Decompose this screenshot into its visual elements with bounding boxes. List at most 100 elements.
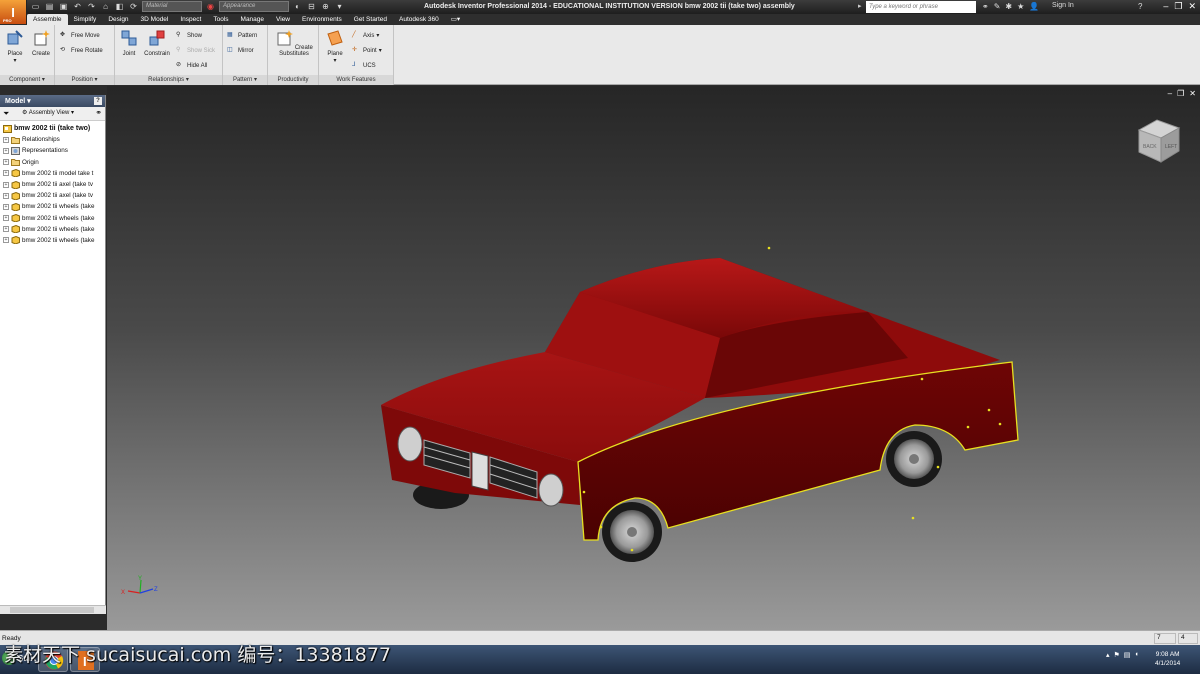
panel-title-pattern[interactable]: Pattern ▾ bbox=[223, 75, 267, 85]
tab-environments[interactable]: Environments bbox=[296, 14, 348, 25]
taskbar-chrome[interactable] bbox=[38, 647, 68, 672]
tab-3d-model[interactable]: 3D Model bbox=[135, 14, 175, 25]
show-sick-button[interactable]: ⚲ Show Sick bbox=[176, 46, 215, 55]
tree-item-representations[interactable]: + Representations bbox=[3, 145, 105, 156]
browser-help-icon[interactable]: ? bbox=[94, 97, 102, 105]
create-substitutes-button[interactable]: Create Substitutes bbox=[272, 29, 316, 57]
filter-icon[interactable]: ⏷ bbox=[3, 109, 9, 119]
free-rotate-button[interactable]: ⟲ Free Rotate bbox=[60, 46, 103, 55]
mirror-button[interactable]: ◫ Mirror bbox=[227, 46, 254, 55]
home-icon[interactable]: ⌂ bbox=[100, 1, 111, 12]
zoom-icon[interactable]: ⊕ bbox=[320, 1, 331, 12]
panel-title-work-features[interactable]: Work Features bbox=[319, 75, 393, 85]
hide-all-button[interactable]: ⊘ Hide All bbox=[176, 61, 207, 70]
free-move-button[interactable]: ✥ Free Move bbox=[60, 31, 100, 40]
panel-title-component[interactable]: Component ▾ bbox=[0, 75, 54, 85]
browser-scrollbar[interactable] bbox=[0, 605, 106, 614]
tree-item-part[interactable]: + bmw 2002 tii model take t bbox=[3, 168, 105, 179]
open-icon[interactable]: ▤ bbox=[44, 1, 55, 12]
appearance-combo[interactable]: Appearance bbox=[219, 1, 289, 12]
minimize-icon[interactable]: – bbox=[1163, 1, 1168, 12]
redo-icon[interactable]: ↷ bbox=[86, 1, 97, 12]
tab-manage[interactable]: Manage bbox=[235, 14, 271, 25]
expand-icon[interactable]: + bbox=[3, 170, 9, 177]
favorites-icon[interactable]: ★ bbox=[1017, 2, 1024, 11]
expand-icon[interactable]: + bbox=[3, 159, 9, 166]
point-button[interactable]: ✛ Point ▾ bbox=[352, 46, 382, 55]
tree-item-relationships[interactable]: + Relationships bbox=[3, 134, 105, 145]
expand-icon[interactable]: + bbox=[3, 147, 9, 154]
panel-title-position[interactable]: Position ▾ bbox=[55, 75, 114, 85]
flag-icon[interactable]: ⚑ bbox=[1114, 651, 1120, 659]
help-icon[interactable]: ? bbox=[1138, 2, 1142, 11]
tab-assemble[interactable]: Assemble bbox=[27, 14, 68, 25]
material-combo[interactable]: Material bbox=[142, 1, 202, 12]
expand-icon[interactable]: + bbox=[3, 136, 9, 143]
tab-options-toggle[interactable]: ▭▾ bbox=[445, 14, 466, 25]
tree-item-part[interactable]: + bmw 2002 tii wheels (take bbox=[3, 235, 105, 246]
tree-item-part[interactable]: + bmw 2002 tii wheels (take bbox=[3, 224, 105, 235]
tree-root[interactable]: bmw 2002 tii (take two) bbox=[3, 123, 105, 134]
ucs-button[interactable]: ⅃ UCS bbox=[352, 61, 376, 70]
tree-item-part[interactable]: + bmw 2002 tii wheels (take bbox=[3, 201, 105, 212]
tab-design[interactable]: Design bbox=[102, 14, 134, 25]
select-icon[interactable]: ◧ bbox=[114, 1, 125, 12]
show-button[interactable]: ⚲ Show bbox=[176, 31, 202, 40]
browser-header[interactable]: Model ▾? bbox=[0, 95, 105, 107]
clear-icon[interactable]: ◐ bbox=[292, 1, 303, 12]
search-input[interactable]: Type a keyword or phrase bbox=[866, 1, 976, 13]
undo-icon[interactable]: ↶ bbox=[72, 1, 83, 12]
expand-icon[interactable]: + bbox=[3, 203, 9, 210]
tab-view[interactable]: View bbox=[270, 14, 296, 25]
tray-arrow-icon[interactable]: ▴ bbox=[1106, 651, 1110, 659]
plane-button[interactable]: Plane ▾ bbox=[322, 29, 348, 64]
graphics-viewport[interactable]: – ❐ ✕ BACK LEFT X Y Z bbox=[107, 86, 1200, 630]
restore-icon[interactable]: ❐ bbox=[1174, 1, 1182, 12]
tree-item-origin[interactable]: + Origin bbox=[3, 157, 105, 168]
expand-icon[interactable]: + bbox=[3, 215, 9, 222]
expand-icon[interactable]: + bbox=[3, 237, 9, 244]
create-button[interactable]: Create bbox=[28, 29, 54, 57]
expand-icon[interactable]: + bbox=[3, 226, 9, 233]
axis-button[interactable]: ╱ Axis ▾ bbox=[352, 31, 379, 40]
new-icon[interactable]: ▭ bbox=[30, 1, 41, 12]
expand-icon[interactable]: + bbox=[3, 192, 9, 199]
tab-simplify[interactable]: Simplify bbox=[68, 14, 103, 25]
joint-button[interactable]: Joint bbox=[116, 29, 142, 57]
binoculars-icon[interactable]: ⚭ bbox=[982, 2, 989, 11]
place-button[interactable]: Place ▾ bbox=[2, 29, 28, 64]
volume-icon[interactable]: ◖ bbox=[1134, 651, 1138, 659]
tab-autodesk-360[interactable]: Autodesk 360 bbox=[393, 14, 445, 25]
taskbar-clock[interactable]: 9:08 AM 4/1/2014 bbox=[1155, 650, 1180, 668]
assembly-view-dropdown[interactable]: ⚙ Assembly View ▾ bbox=[22, 109, 74, 116]
save-icon[interactable]: ▣ bbox=[58, 1, 69, 12]
qat-dropdown-icon[interactable]: ▾ bbox=[334, 1, 345, 12]
plane-dropdown-icon[interactable]: ▾ bbox=[333, 58, 336, 64]
scrollbar-thumb[interactable] bbox=[10, 607, 94, 613]
pattern-button[interactable]: ▦ Pattern bbox=[227, 31, 257, 40]
user-icon[interactable]: 👤 bbox=[1029, 2, 1039, 11]
panel-title-productivity[interactable]: Productivity bbox=[268, 75, 318, 85]
close-icon[interactable]: ✕ bbox=[1188, 1, 1196, 12]
taskbar-inventor[interactable]: I bbox=[70, 647, 100, 672]
network-icon[interactable]: ▤ bbox=[1124, 651, 1131, 659]
car-model[interactable]: X Y Z bbox=[107, 86, 1200, 630]
find-icon[interactable]: ⚭ bbox=[95, 108, 102, 117]
tab-inspect[interactable]: Inspect bbox=[174, 14, 207, 25]
place-dropdown-icon[interactable]: ▾ bbox=[13, 58, 16, 64]
tab-get-started[interactable]: Get Started bbox=[348, 14, 393, 25]
measure-icon[interactable]: ⊟ bbox=[306, 1, 317, 12]
start-button[interactable]: Start bbox=[2, 651, 36, 665]
expand-icon[interactable]: + bbox=[3, 181, 9, 188]
tree-item-part[interactable]: + bmw 2002 tii axel (take tv bbox=[3, 179, 105, 190]
panel-title-relationships[interactable]: Relationships ▾ bbox=[115, 75, 222, 85]
tools-icon[interactable]: ✎ bbox=[994, 2, 1001, 11]
tree-item-part[interactable]: + bmw 2002 tii axel (take tv bbox=[3, 190, 105, 201]
sign-in-link[interactable]: Sign In bbox=[1052, 2, 1074, 9]
tree-item-part[interactable]: + bmw 2002 tii wheels (take bbox=[3, 213, 105, 224]
exchange-icon[interactable]: ✱ bbox=[1005, 2, 1012, 11]
constrain-button[interactable]: Constrain bbox=[142, 29, 172, 57]
application-menu-button[interactable]: I PRO bbox=[0, 0, 27, 24]
update-icon[interactable]: ⟳ bbox=[128, 1, 139, 12]
tab-tools[interactable]: Tools bbox=[207, 14, 234, 25]
